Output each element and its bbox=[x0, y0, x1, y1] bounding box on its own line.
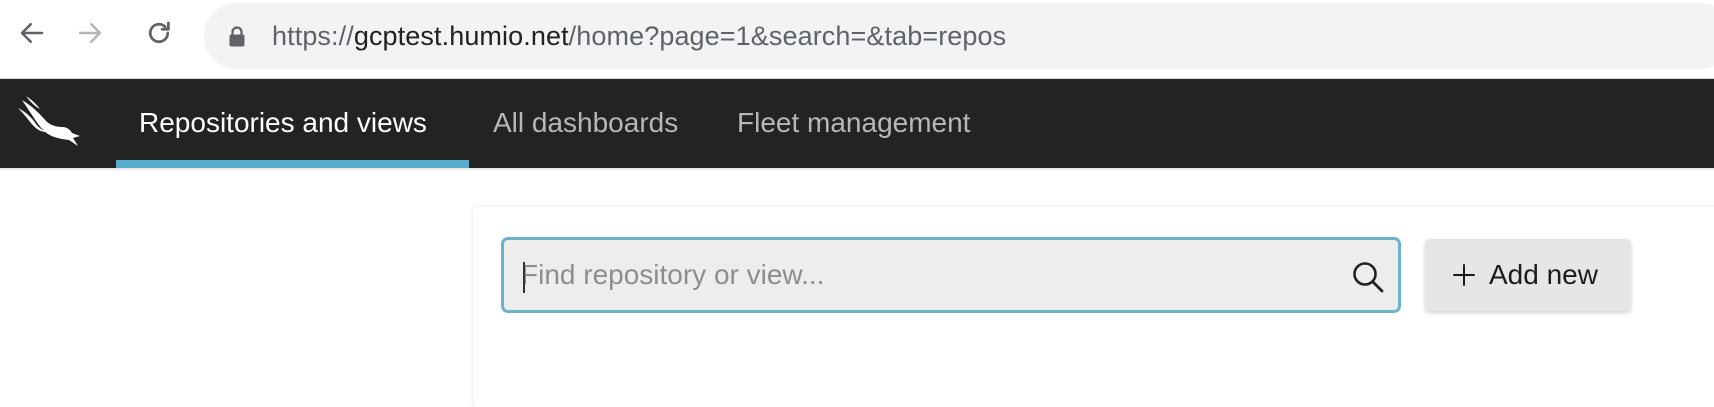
falcon-logo-icon[interactable] bbox=[16, 94, 86, 150]
lock-icon bbox=[229, 26, 245, 47]
add-new-button[interactable]: Add new bbox=[1425, 239, 1631, 311]
search-input[interactable] bbox=[521, 240, 1321, 310]
forward-button[interactable] bbox=[72, 15, 108, 51]
address-bar[interactable]: https://gcptest.humio.net/home?page=1&se… bbox=[204, 3, 1714, 69]
url-text: https://gcptest.humio.net/home?page=1&se… bbox=[272, 3, 1006, 69]
active-tab-indicator bbox=[116, 160, 469, 168]
reload-icon bbox=[148, 21, 170, 44]
back-button[interactable] bbox=[14, 15, 50, 51]
plus-icon bbox=[1453, 264, 1475, 286]
add-new-label: Add new bbox=[1489, 259, 1598, 290]
tab-fleet-management[interactable]: Fleet management bbox=[737, 79, 970, 168]
app-header: Repositories and views All dashboards Fl… bbox=[0, 79, 1714, 168]
browser-toolbar: https://gcptest.humio.net/home?page=1&se… bbox=[0, 0, 1714, 79]
forward-arrow-icon bbox=[78, 23, 102, 43]
text-caret bbox=[523, 262, 525, 293]
tab-repositories-and-views[interactable]: Repositories and views bbox=[139, 79, 427, 168]
header-shadow bbox=[0, 168, 1714, 171]
back-arrow-icon bbox=[20, 23, 44, 43]
url-host: gcptest.humio.net bbox=[353, 21, 569, 51]
search-icon[interactable] bbox=[1351, 260, 1385, 294]
reload-button[interactable] bbox=[141, 15, 177, 51]
url-path: /home?page=1&search=&tab=repos bbox=[568, 21, 1007, 51]
tab-all-dashboards[interactable]: All dashboards bbox=[493, 79, 678, 168]
search-field[interactable] bbox=[501, 237, 1401, 313]
url-scheme: https:// bbox=[272, 21, 354, 51]
